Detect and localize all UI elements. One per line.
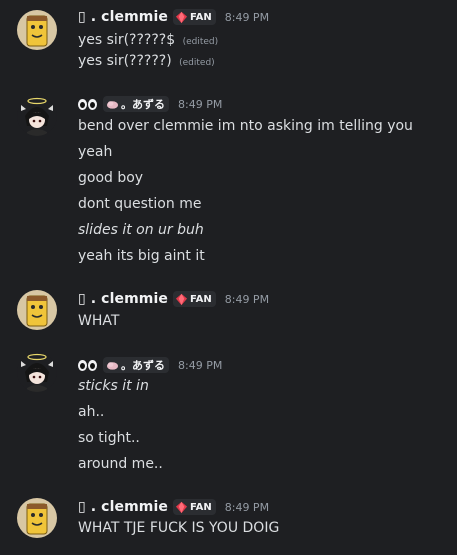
message-header: ▯ . clemmie FAN 8:49 PM (78, 7, 269, 27)
message-line: yes sir(?????) (edited) (78, 52, 215, 72)
cloud-icon (106, 100, 119, 109)
avatar[interactable] (17, 96, 57, 136)
guild-tag[interactable]: 。あずる (103, 357, 169, 373)
timestamp[interactable]: 8:49 PM (225, 11, 269, 24)
username[interactable]: ▯ . clemmie (78, 291, 168, 307)
message-header: ▯ . clemmie FAN 8:49 PM (78, 497, 269, 517)
message-line: yeah its big aint it (78, 248, 205, 264)
guild-tag-label: FAN (189, 11, 212, 23)
message-line: good boy (78, 170, 144, 186)
avatar[interactable] (17, 290, 57, 330)
guild-tag[interactable]: FAN (172, 291, 216, 307)
eyes-emoji-icon (78, 98, 98, 110)
message-header: 。あずる 8:49 PM (78, 355, 222, 375)
timestamp[interactable]: 8:49 PM (225, 501, 269, 514)
timestamp[interactable]: 8:49 PM (178, 359, 222, 372)
gem-icon (175, 501, 188, 513)
timestamp[interactable]: 8:49 PM (225, 293, 269, 306)
guild-tag[interactable]: FAN (172, 499, 216, 515)
avatar[interactable] (17, 352, 57, 392)
guild-tag-label: FAN (189, 501, 212, 513)
message-line: WHAT (78, 313, 120, 329)
cloud-icon (106, 361, 119, 370)
eyes-emoji-icon (78, 359, 98, 371)
message-text: yes sir(?????$ (78, 32, 176, 48)
message-header: 。あずる 8:49 PM (78, 94, 222, 114)
message-line: so tight.. (78, 430, 140, 446)
message-line: dont question me (78, 196, 202, 212)
message-text: yes sir(?????) (78, 53, 172, 69)
avatar[interactable] (17, 10, 57, 50)
message-line: WHAT TJE FUCK IS YOU DOIG (78, 520, 280, 536)
timestamp[interactable]: 8:49 PM (178, 98, 222, 111)
username: 。あずる (121, 359, 165, 372)
message-line: yeah (78, 144, 113, 160)
message-line: yes sir(?????$ (edited) (78, 31, 218, 51)
guild-tag[interactable]: 。あずる (103, 96, 169, 112)
edited-label[interactable]: (edited) (183, 37, 219, 47)
avatar[interactable] (17, 498, 57, 538)
username[interactable]: ▯ . clemmie (78, 9, 168, 25)
gem-icon (175, 293, 188, 305)
message-header: ▯ . clemmie FAN 8:49 PM (78, 289, 269, 309)
message-line: sticks it in (78, 378, 149, 394)
username: 。あずる (121, 98, 165, 111)
message-line: around me.. (78, 456, 163, 472)
chat-message-list: ▯ . clemmie FAN 8:49 PM yes sir(?????$ (… (0, 0, 457, 555)
guild-tag[interactable]: FAN (172, 9, 216, 25)
message-line: ah.. (78, 404, 105, 420)
username[interactable]: ▯ . clemmie (78, 499, 168, 515)
message-line: slides it on ur buh (78, 222, 204, 238)
edited-label[interactable]: (edited) (179, 58, 215, 68)
gem-icon (175, 11, 188, 23)
message-line: bend over clemmie im nto asking im telli… (78, 118, 413, 134)
guild-tag-label: FAN (189, 293, 212, 305)
